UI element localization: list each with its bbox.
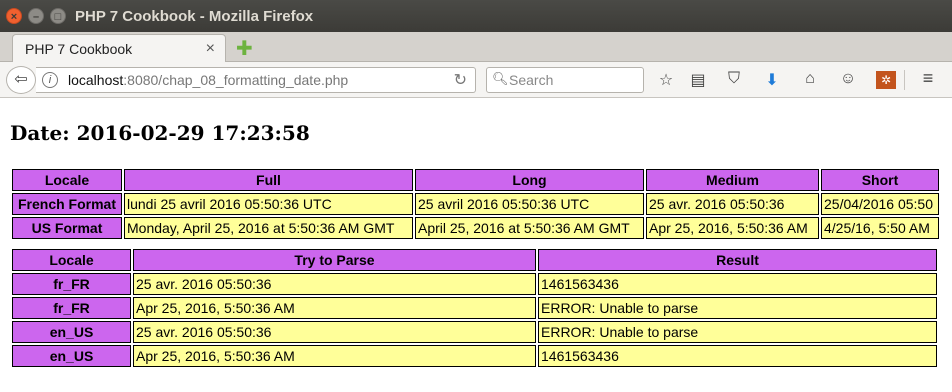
column-header: Short xyxy=(821,169,939,191)
table-cell: 25 avr. 2016 05:50:36 xyxy=(133,273,536,295)
row-header: en_US xyxy=(12,321,131,343)
search-icon: 🔍︎ xyxy=(492,71,509,86)
bookmark-star-icon[interactable]: ☆ xyxy=(656,70,676,90)
table-cell: 4/25/16, 5:50 AM xyxy=(821,217,939,239)
tab-strip: PHP 7 Cookbook × ✚ xyxy=(0,32,952,63)
toolbar-separator xyxy=(904,70,905,90)
search-placeholder: Search xyxy=(509,72,554,88)
table-cell: ERROR: Unable to parse xyxy=(538,321,937,343)
parse-table: Locale Try to Parse Result fr_FR 25 avr.… xyxy=(10,247,939,369)
row-header: French Format xyxy=(12,193,122,215)
table-cell: Apr 25, 2016, 5:50:36 AM xyxy=(133,345,536,367)
navigation-toolbar: ⇦ i localhost:8080/chap_08_formatting_da… xyxy=(0,62,952,98)
table-cell: 25 avril 2016 05:50:36 UTC xyxy=(415,193,644,215)
download-icon[interactable]: ⬇ xyxy=(762,70,782,90)
tab-label: PHP 7 Cookbook xyxy=(25,41,133,57)
emoji-icon[interactable]: ☺ xyxy=(838,70,858,88)
column-header: Try to Parse xyxy=(133,249,536,271)
page-title: Date: 2016-02-29 17:23:58 xyxy=(10,121,310,145)
menu-icon[interactable]: ≡ xyxy=(918,68,938,89)
table-cell: Apr 25, 2016, 5:50:36 AM xyxy=(133,297,536,319)
info-icon[interactable]: i xyxy=(42,72,58,88)
window-titlebar: × – □ PHP 7 Cookbook - Mozilla Firefox xyxy=(0,0,952,32)
table-cell: 25 avr. 2016 05:50:36 xyxy=(646,193,819,215)
window-minimize-button[interactable]: – xyxy=(28,8,44,24)
row-header: en_US xyxy=(12,345,131,367)
tab-php-cookbook[interactable]: PHP 7 Cookbook × xyxy=(12,34,226,63)
home-icon[interactable]: ⌂ xyxy=(800,70,820,88)
window-title: PHP 7 Cookbook - Mozilla Firefox xyxy=(75,8,314,25)
table-cell: Monday, April 25, 2016 at 5:50:36 AM GMT xyxy=(124,217,413,239)
column-header: Medium xyxy=(646,169,819,191)
table-cell: 25/04/2016 05:50 xyxy=(821,193,939,215)
url-text: localhost:8080/chap_08_formatting_date.p… xyxy=(68,72,348,88)
url-path: :8080/chap_08_formatting_date.php xyxy=(123,72,349,88)
table-row: fr_FR 25 avr. 2016 05:50:36 1461563436 xyxy=(12,273,937,295)
table-row: en_US 25 avr. 2016 05:50:36 ERROR: Unabl… xyxy=(12,321,937,343)
table-cell: lundi 25 avril 2016 05:50:36 UTC xyxy=(124,193,413,215)
page-content: Date: 2016-02-29 17:23:58 Locale Full Lo… xyxy=(0,99,952,392)
column-header: Long xyxy=(415,169,644,191)
window-maximize-button[interactable]: □ xyxy=(50,8,66,24)
table-cell: 1461563436 xyxy=(538,273,937,295)
column-header: Full xyxy=(124,169,413,191)
row-header: US Format xyxy=(12,217,122,239)
table-cell: 25 avr. 2016 05:50:36 xyxy=(133,321,536,343)
window-close-button[interactable]: × xyxy=(6,8,22,24)
pocket-icon[interactable]: ⛉ xyxy=(724,70,744,88)
url-host: localhost xyxy=(68,72,124,88)
tab-close-icon[interactable]: × xyxy=(206,40,215,58)
table-cell: 1461563436 xyxy=(538,345,937,367)
addon-icon[interactable]: ✲ xyxy=(876,71,896,89)
table-cell: April 25, 2016 at 5:50:36 AM GMT xyxy=(415,217,644,239)
row-header: fr_FR xyxy=(12,273,131,295)
back-icon[interactable]: ⇦ xyxy=(6,66,36,94)
column-header: Locale xyxy=(12,169,122,191)
parse-table-header-row: Locale Try to Parse Result xyxy=(12,249,937,271)
format-table: Locale Full Long Medium Short French For… xyxy=(10,167,941,241)
column-header: Result xyxy=(538,249,937,271)
table-cell: ERROR: Unable to parse xyxy=(538,297,937,319)
table-row: en_US Apr 25, 2016, 5:50:36 AM 146156343… xyxy=(12,345,937,367)
url-bar[interactable]: i localhost:8080/chap_08_formatting_date… xyxy=(36,67,476,93)
reading-list-icon[interactable]: ▤ xyxy=(688,70,708,90)
search-input[interactable]: 🔍︎ Search xyxy=(486,67,644,93)
reload-icon[interactable]: ↻ xyxy=(454,70,467,90)
format-table-header-row: Locale Full Long Medium Short xyxy=(12,169,939,191)
table-row: US Format Monday, April 25, 2016 at 5:50… xyxy=(12,217,939,239)
new-tab-icon[interactable]: ✚ xyxy=(236,36,253,61)
table-row: French Format lundi 25 avril 2016 05:50:… xyxy=(12,193,939,215)
table-row: fr_FR Apr 25, 2016, 5:50:36 AM ERROR: Un… xyxy=(12,297,937,319)
column-header: Locale xyxy=(12,249,131,271)
table-cell: Apr 25, 2016, 5:50:36 AM xyxy=(646,217,819,239)
row-header: fr_FR xyxy=(12,297,131,319)
